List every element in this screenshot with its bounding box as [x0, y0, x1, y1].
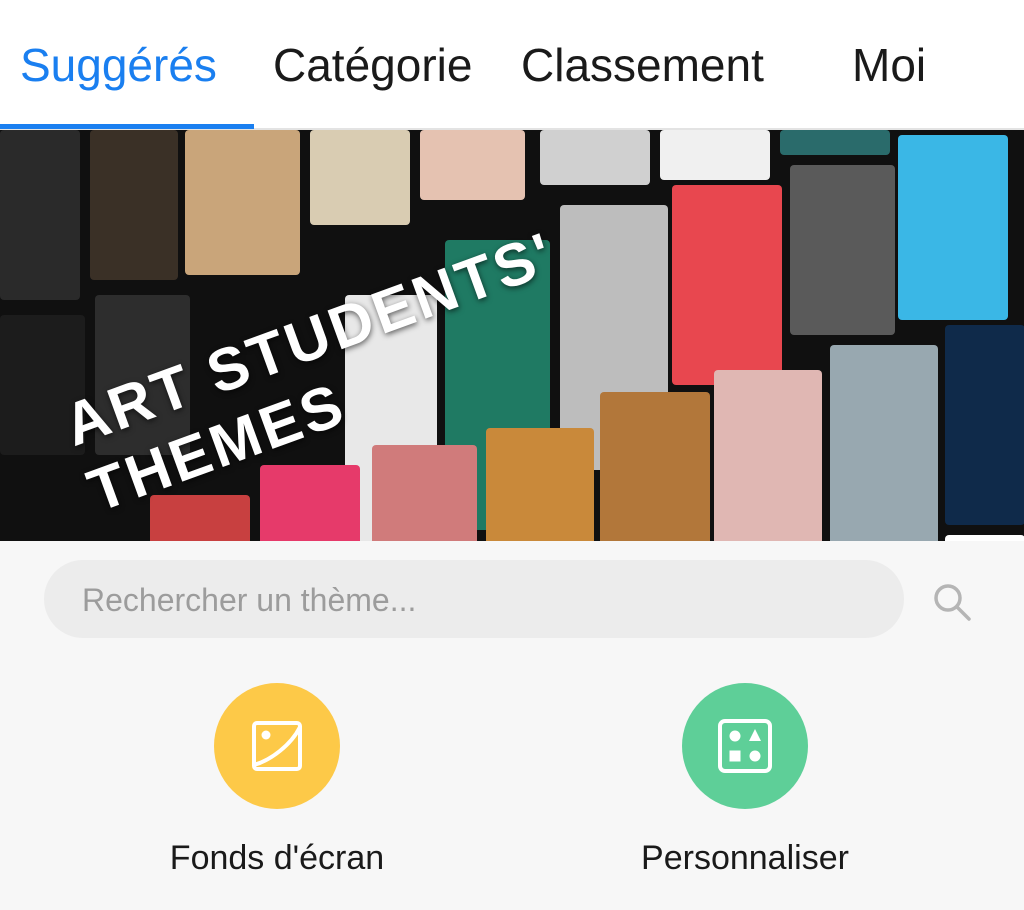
search-input[interactable]: [80, 560, 864, 640]
featured-banner[interactable]: ART STUDENTS' THEMES: [0, 130, 1024, 541]
tab-category[interactable]: Catégorie: [273, 30, 472, 100]
shapes-icon: [682, 683, 808, 809]
active-tab-indicator: [0, 124, 254, 129]
tab-ranking[interactable]: Classement: [521, 30, 764, 100]
personalize-button[interactable]: Personnaliser: [615, 683, 875, 878]
search-icon[interactable]: [930, 580, 974, 624]
search-bar[interactable]: [44, 560, 904, 640]
wallpapers-label: Fonds d'écran: [169, 839, 385, 877]
tab-me[interactable]: Moi: [852, 30, 926, 100]
wallpapers-button[interactable]: Fonds d'écran: [147, 683, 407, 878]
image-icon: [214, 683, 340, 809]
personalize-label: Personnaliser: [641, 839, 849, 877]
tab-bar: Suggérés Catégorie Classement Moi: [0, 0, 1024, 131]
tab-suggested[interactable]: Suggérés: [20, 30, 217, 100]
